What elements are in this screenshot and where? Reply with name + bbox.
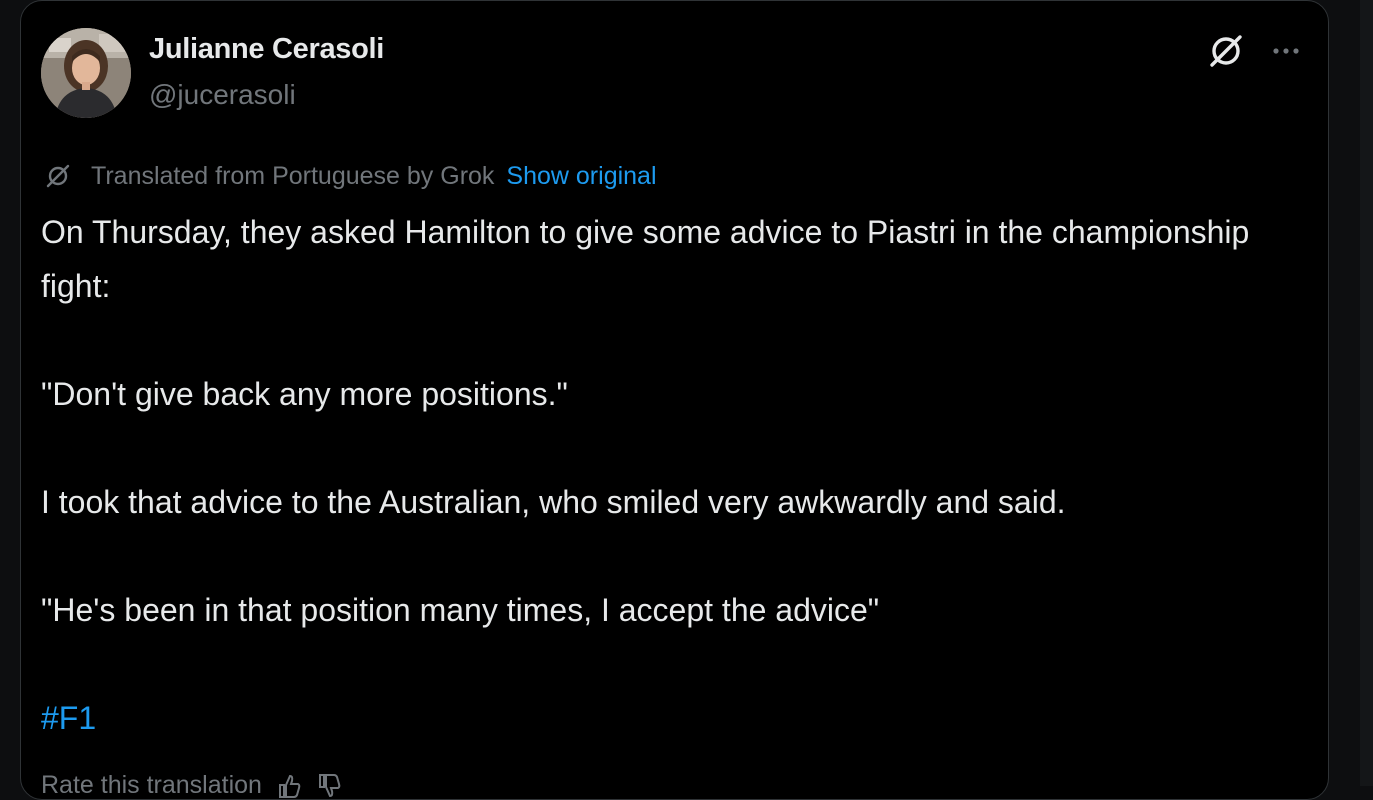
tweet-paragraph: On Thursday, they asked Hamilton to give…: [41, 214, 1250, 304]
author-handle[interactable]: @jucerasoli: [149, 79, 296, 111]
tweet-card[interactable]: Julianne Cerasoli @jucerasoli Translated…: [20, 0, 1329, 800]
page-scroll-area: [1360, 0, 1373, 786]
tweet-paragraph: "Don't give back any more positions.": [41, 376, 568, 412]
tweet-text: On Thursday, they asked Hamilton to give…: [41, 205, 1321, 745]
translated-from-label: Translated from Portuguese by Grok: [91, 161, 495, 190]
more-horizontal-icon: [1273, 48, 1299, 54]
grok-icon[interactable]: [1206, 31, 1246, 71]
tweet-paragraph: "He's been in that position many times, …: [41, 592, 880, 628]
more-options-button[interactable]: [1266, 33, 1306, 69]
tweet-paragraph: I took that advice to the Australian, wh…: [41, 484, 1066, 520]
hashtag-link[interactable]: #F1: [41, 700, 96, 736]
author-display-name[interactable]: Julianne Cerasoli: [149, 33, 384, 66]
profile-photo: [41, 28, 131, 118]
show-original-link[interactable]: Show original: [506, 162, 656, 191]
avatar[interactable]: [41, 28, 131, 118]
grok-translate-icon: [46, 164, 70, 188]
translation-notice: Translated from Portuguese by Grok Show …: [45, 158, 657, 194]
